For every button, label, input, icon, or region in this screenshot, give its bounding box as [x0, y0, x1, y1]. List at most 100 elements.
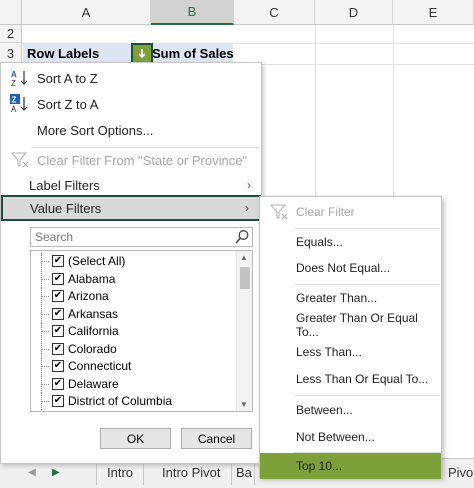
less-than-label: Less Than... — [296, 345, 362, 359]
checkbox[interactable]: ✔ — [52, 272, 64, 285]
tree-line — [41, 313, 49, 315]
cancel-button[interactable]: Cancel — [181, 428, 252, 449]
column-header-b[interactable]: B — [151, 0, 234, 25]
filter-arrow-icon — [138, 49, 146, 59]
scroll-down-icon[interactable]: ▼ — [240, 400, 248, 409]
column-header-c[interactable]: C — [234, 0, 315, 25]
list-item[interactable]: ✔ District of Columbia — [31, 393, 236, 410]
tree-line — [41, 383, 49, 385]
search-input[interactable]: Search — [35, 230, 73, 244]
not-between-label: Not Between... — [296, 430, 375, 444]
svg-text:Z: Z — [11, 79, 16, 88]
search-box[interactable]: Search — [30, 227, 253, 247]
value-checklist: ✔ (Select All) ✔ Alabama ✔ Arizona ✔ Arkansas ✔ C… — [30, 250, 253, 412]
list-item[interactable]: ✔ Arizona — [31, 288, 236, 305]
svg-text:A: A — [11, 70, 17, 79]
list-item[interactable]: ✔ Arkansas — [31, 305, 236, 323]
sort-az-icon: A Z — [11, 70, 28, 88]
tree-line — [41, 296, 49, 297]
list-item-label: District of Columbia — [68, 394, 173, 408]
clear-filter-item[interactable]: Clear Filter From "State or Province" — [1, 147, 261, 173]
svg-text:A: A — [11, 105, 17, 114]
row-labels-cell[interactable]: Row Labels — [27, 44, 99, 63]
tree-line — [41, 331, 49, 332]
chevron-right-icon: › — [245, 201, 249, 215]
sort-a-to-z-item[interactable]: A Z Sort A to Z — [1, 65, 261, 91]
sort-za-icon: Z A — [10, 94, 28, 114]
list-item-label: Delaware — [68, 376, 119, 391]
less-equal-label: Less Than Or Equal To... — [296, 372, 429, 386]
list-item-label: Colorado — [68, 341, 117, 356]
tree-line — [41, 278, 49, 280]
tree-line — [41, 366, 49, 367]
list-item[interactable]: ✔ Alabama — [31, 270, 236, 288]
sum-of-sales-cell[interactable]: Sum of Sales — [152, 44, 234, 63]
less-equal-item[interactable]: Less Than Or Equal To... — [260, 366, 441, 392]
checkbox[interactable]: ✔ — [52, 255, 64, 267]
tree-line — [41, 261, 49, 262]
value-filters-submenu: Clear Filter Equals... Does Not Equal...… — [259, 196, 442, 479]
more-sort-options-item[interactable]: More Sort Options... — [1, 117, 261, 143]
value-filters-label: Value Filters — [30, 200, 102, 216]
sort-za-label: Sort Z to A — [37, 96, 99, 112]
column-header-e[interactable]: E — [393, 0, 474, 25]
checkbox[interactable]: ✔ — [52, 307, 64, 320]
checkbox[interactable]: ✔ — [52, 377, 64, 390]
label-filters-label: Label Filters — [29, 177, 100, 193]
sort-z-to-a-item[interactable]: Z A Sort Z to A — [1, 91, 261, 117]
tree-line — [41, 401, 49, 402]
greater-equal-item[interactable]: Greater Than Or Equal To... — [260, 311, 441, 339]
list-item-label: Alabama — [68, 271, 116, 286]
greater-than-item[interactable]: Greater Than... — [260, 285, 441, 311]
select-all-corner[interactable] — [0, 0, 22, 25]
list-item[interactable]: ✔ California — [31, 323, 236, 340]
tree-line — [41, 348, 49, 350]
greater-equal-label: Greater Than Or Equal To... — [296, 311, 418, 339]
list-item-label: Arkansas — [68, 306, 119, 321]
more-sort-label: More Sort Options... — [37, 122, 154, 138]
column-header-d[interactable]: D — [315, 0, 393, 25]
scroll-up-icon[interactable]: ▲ — [240, 253, 248, 262]
less-than-item[interactable]: Less Than... — [260, 339, 441, 365]
between-label: Between... — [296, 403, 353, 417]
tab-next-icon[interactable]: ▶ — [52, 467, 60, 478]
top-10-item[interactable]: Top 10... — [260, 453, 441, 479]
chevron-right-icon: › — [247, 178, 251, 192]
value-filters-item[interactable]: Value Filters › — [1, 195, 261, 221]
greater-than-label: Greater Than... — [296, 291, 378, 305]
filter-menu: A Z Sort A to Z Z A Sort Z to A More Sor… — [0, 62, 262, 464]
select-all-option[interactable]: ✔ (Select All) — [31, 253, 236, 270]
scroll-thumb[interactable] — [240, 267, 250, 289]
between-item[interactable]: Between... — [260, 397, 441, 423]
does-not-equal-item[interactable]: Does Not Equal... — [260, 255, 441, 281]
clear-filter-icon — [269, 204, 288, 220]
list-item-label: California — [68, 324, 119, 338]
checkbox[interactable]: ✔ — [52, 325, 64, 337]
sub-clear-filter-label: Clear Filter — [296, 205, 355, 219]
list-item[interactable]: ✔ Delaware — [31, 375, 236, 393]
menu-separator — [294, 395, 440, 396]
column-header-a[interactable]: A — [22, 0, 151, 25]
sort-az-label: Sort A to Z — [37, 70, 98, 86]
checkbox[interactable]: ✔ — [52, 395, 64, 407]
checkbox[interactable]: ✔ — [52, 342, 64, 355]
checkbox[interactable]: ✔ — [52, 290, 64, 302]
list-scrollbar[interactable]: ▲ ▼ — [236, 251, 252, 411]
checkbox[interactable]: ✔ — [52, 360, 64, 372]
list-item[interactable]: ✔ Connecticut — [31, 358, 236, 375]
sheet-tab-pivo[interactable]: Pivo — [446, 459, 474, 485]
sub-clear-filter-item[interactable]: Clear Filter — [260, 199, 441, 225]
svg-text:Z: Z — [12, 96, 17, 105]
row-header-3[interactable]: 3 — [0, 43, 22, 64]
equals-item[interactable]: Equals... — [260, 229, 441, 255]
ok-button[interactable]: OK — [100, 428, 171, 449]
list-item-label: Connecticut — [68, 359, 132, 373]
list-item[interactable]: ✔ Colorado — [31, 340, 236, 358]
search-icon — [235, 230, 249, 244]
not-between-item[interactable]: Not Between... — [260, 424, 441, 450]
equals-label: Equals... — [296, 235, 343, 249]
does-not-equal-label: Does Not Equal... — [296, 261, 391, 275]
row-header-2[interactable]: 2 — [0, 25, 22, 43]
tab-prev-icon[interactable]: ◀ — [28, 467, 36, 478]
top-10-label: Top 10... — [296, 459, 343, 473]
